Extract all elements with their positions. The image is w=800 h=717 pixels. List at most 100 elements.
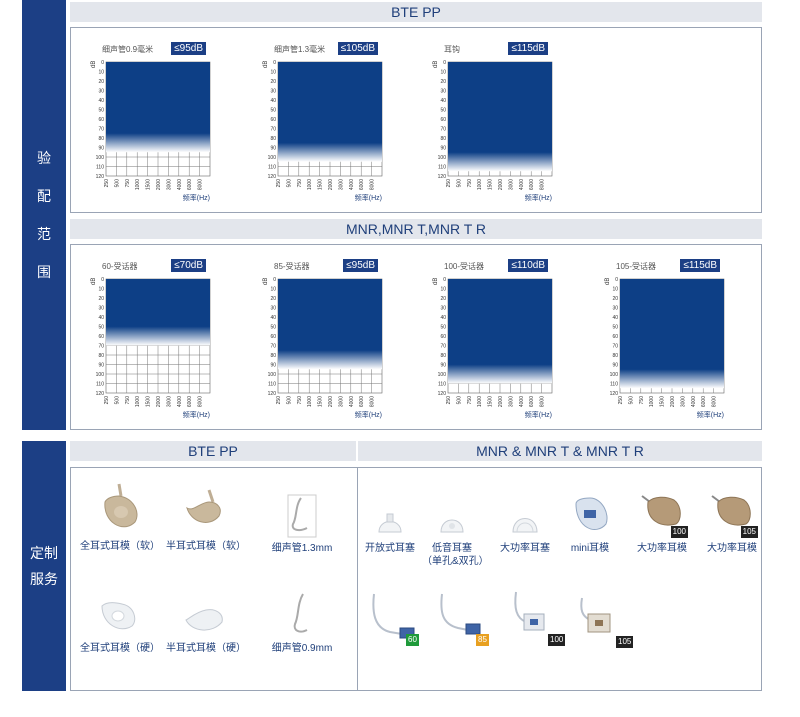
audiogram-svg: dB 0 10 20 30 40 50 60 70 80 90 100 110 120250 500 750 1… [91, 60, 211, 202]
receiver-badge: 100 [548, 634, 566, 646]
product-caption: 半耳式耳模（软） [166, 541, 246, 552]
x-tick-label: 750 [125, 396, 131, 405]
receiver-100: 100 [512, 590, 568, 646]
x-tick-label: 500 [456, 179, 462, 188]
y-tick-label: 0 [101, 277, 104, 283]
bass-dome-image [440, 519, 464, 533]
y-tick-label: 100 [268, 372, 277, 378]
x-tick-label: 8000 [198, 396, 204, 407]
y-tick-label: 30 [440, 306, 446, 312]
band-char: 范 [37, 226, 51, 242]
y-tick-label: 120 [610, 391, 619, 397]
fitting-range-fill [278, 279, 382, 370]
chart-label: 105-受话器 [616, 262, 657, 271]
x-tick-label: 2000 [498, 179, 504, 190]
product-power-mold-100: 100 大功率耳模 [630, 490, 694, 555]
x-tick-label: 1000 [477, 179, 483, 190]
x-tick-label: 3000 [166, 179, 172, 190]
y-tick-label: 110 [438, 382, 446, 388]
x-tick-label: 4000 [691, 396, 697, 407]
y-tick-label: 70 [440, 344, 446, 350]
product-mini-mold: mini耳模 [562, 494, 618, 555]
y-tick-label: 20 [270, 296, 276, 302]
x-tick-label: 8000 [198, 179, 204, 190]
x-axis-label: 频率(Hz) [525, 410, 552, 419]
y-tick-label: 40 [98, 98, 104, 104]
bte-pp-header: BTE PP [70, 2, 762, 22]
mnr-header: MNR,MNR T,MNR T R [70, 219, 762, 239]
y-tick-label: 120 [96, 174, 105, 180]
y-unit-label: dB [433, 61, 439, 68]
half-shell-hard-image [185, 609, 223, 631]
y-tick-label: 40 [270, 98, 276, 104]
y-unit-label: dB [91, 278, 97, 285]
y-tick-label: 80 [440, 136, 446, 142]
chart-thin-tube-0-9: 细声管0.9毫米 ≤95dB dB 0 10 20 30 40 50 60 70 80 90 100 1… [90, 42, 211, 202]
x-tick-label: 250 [104, 396, 110, 405]
product-half-shell-hard: 半耳式耳模（硬） [166, 600, 246, 655]
band-line: 定制 [30, 545, 58, 561]
y-tick-label: 20 [270, 79, 276, 85]
product-caption: 低音耳塞 [432, 543, 472, 554]
product-full-shell-soft: 全耳式耳模（软） [80, 482, 160, 553]
chart-limit-badge: ≤70dB [171, 259, 206, 272]
x-tick-label: 1500 [488, 179, 494, 190]
y-tick-label: 80 [270, 353, 276, 359]
fitting-range-fill [106, 62, 210, 153]
x-tick-label: 2000 [328, 179, 334, 190]
fitting-range-fill [620, 279, 724, 389]
y-tick-label: 60 [98, 334, 104, 340]
y-tick-label: 20 [440, 296, 446, 302]
chart-receiver-60: 60-受话器 ≤70dB dB 0 10 20 30 40 50 60 70 80 90 100 110… [90, 259, 211, 419]
y-tick-label: 10 [270, 70, 276, 76]
chart-label: 60-受话器 [102, 262, 138, 271]
product-caption-sub: （单孔&双孔） [422, 556, 489, 567]
y-tick-label: 100 [268, 155, 277, 161]
product-open-dome: 开放式耳塞 [362, 512, 418, 555]
chart-limit-badge: ≤115dB [680, 259, 720, 272]
y-tick-label: 90 [270, 146, 276, 152]
x-tick-label: 3000 [166, 396, 172, 407]
y-tick-label: 40 [270, 315, 276, 321]
full-shell-hard-image [101, 602, 136, 630]
x-axis-label: 频率(Hz) [697, 410, 724, 419]
x-tick-label: 750 [297, 396, 303, 405]
x-axis-label: 频率(Hz) [525, 193, 552, 202]
x-tick-label: 6000 [359, 396, 365, 407]
product-thin-tube-0-9: 细声管0.9mm [264, 592, 340, 655]
x-tick-label: 2000 [498, 396, 504, 407]
x-tick-label: 6000 [359, 179, 365, 190]
x-tick-label: 750 [467, 396, 473, 405]
y-tick-label: 120 [438, 391, 447, 397]
half-shell-soft-image [186, 489, 221, 523]
y-tick-label: 20 [440, 79, 446, 85]
x-tick-label: 1000 [307, 396, 313, 407]
chart-limit-badge: ≤105dB [337, 42, 378, 55]
chart-limit-badge: ≤110dB [508, 259, 548, 272]
y-tick-label: 110 [268, 165, 276, 171]
y-tick-label: 110 [268, 382, 276, 388]
product-thin-tube-1-3: 细声管1.3mm [264, 494, 340, 555]
product-caption: 大功率耳模 [707, 543, 757, 554]
y-tick-label: 50 [440, 108, 446, 114]
product-caption: 大功率耳塞 [500, 543, 550, 554]
x-tick-label: 750 [297, 179, 303, 188]
x-tick-label: 6000 [529, 179, 535, 190]
y-tick-label: 70 [612, 344, 618, 350]
y-tick-label: 60 [270, 117, 276, 123]
y-tick-label: 90 [440, 363, 446, 369]
x-axis-label: 频率(Hz) [355, 193, 382, 202]
chart-receiver-105: 105-受话器 ≤115dB dB 0 10 20 30 40 50 60 70 80 90 100 1… [604, 259, 725, 419]
product-power-mold-105: 105 大功率耳模 [700, 490, 764, 555]
y-tick-label: 100 [96, 372, 105, 378]
product-caption: 全耳式耳模（软） [80, 541, 160, 552]
x-tick-label: 2000 [156, 396, 162, 407]
y-tick-label: 30 [98, 89, 104, 95]
chart-label: 耳钩 [444, 45, 460, 54]
chart-receiver-85: 85-受话器 ≤95dB dB 0 10 20 30 40 50 60 70 80 90 100 110… [262, 259, 383, 419]
y-tick-label: 40 [98, 315, 104, 321]
y-tick-label: 30 [98, 306, 104, 312]
y-tick-label: 80 [98, 136, 104, 142]
product-power-dome: 大功率耳塞 [494, 508, 556, 555]
x-tick-label: 250 [446, 179, 452, 188]
